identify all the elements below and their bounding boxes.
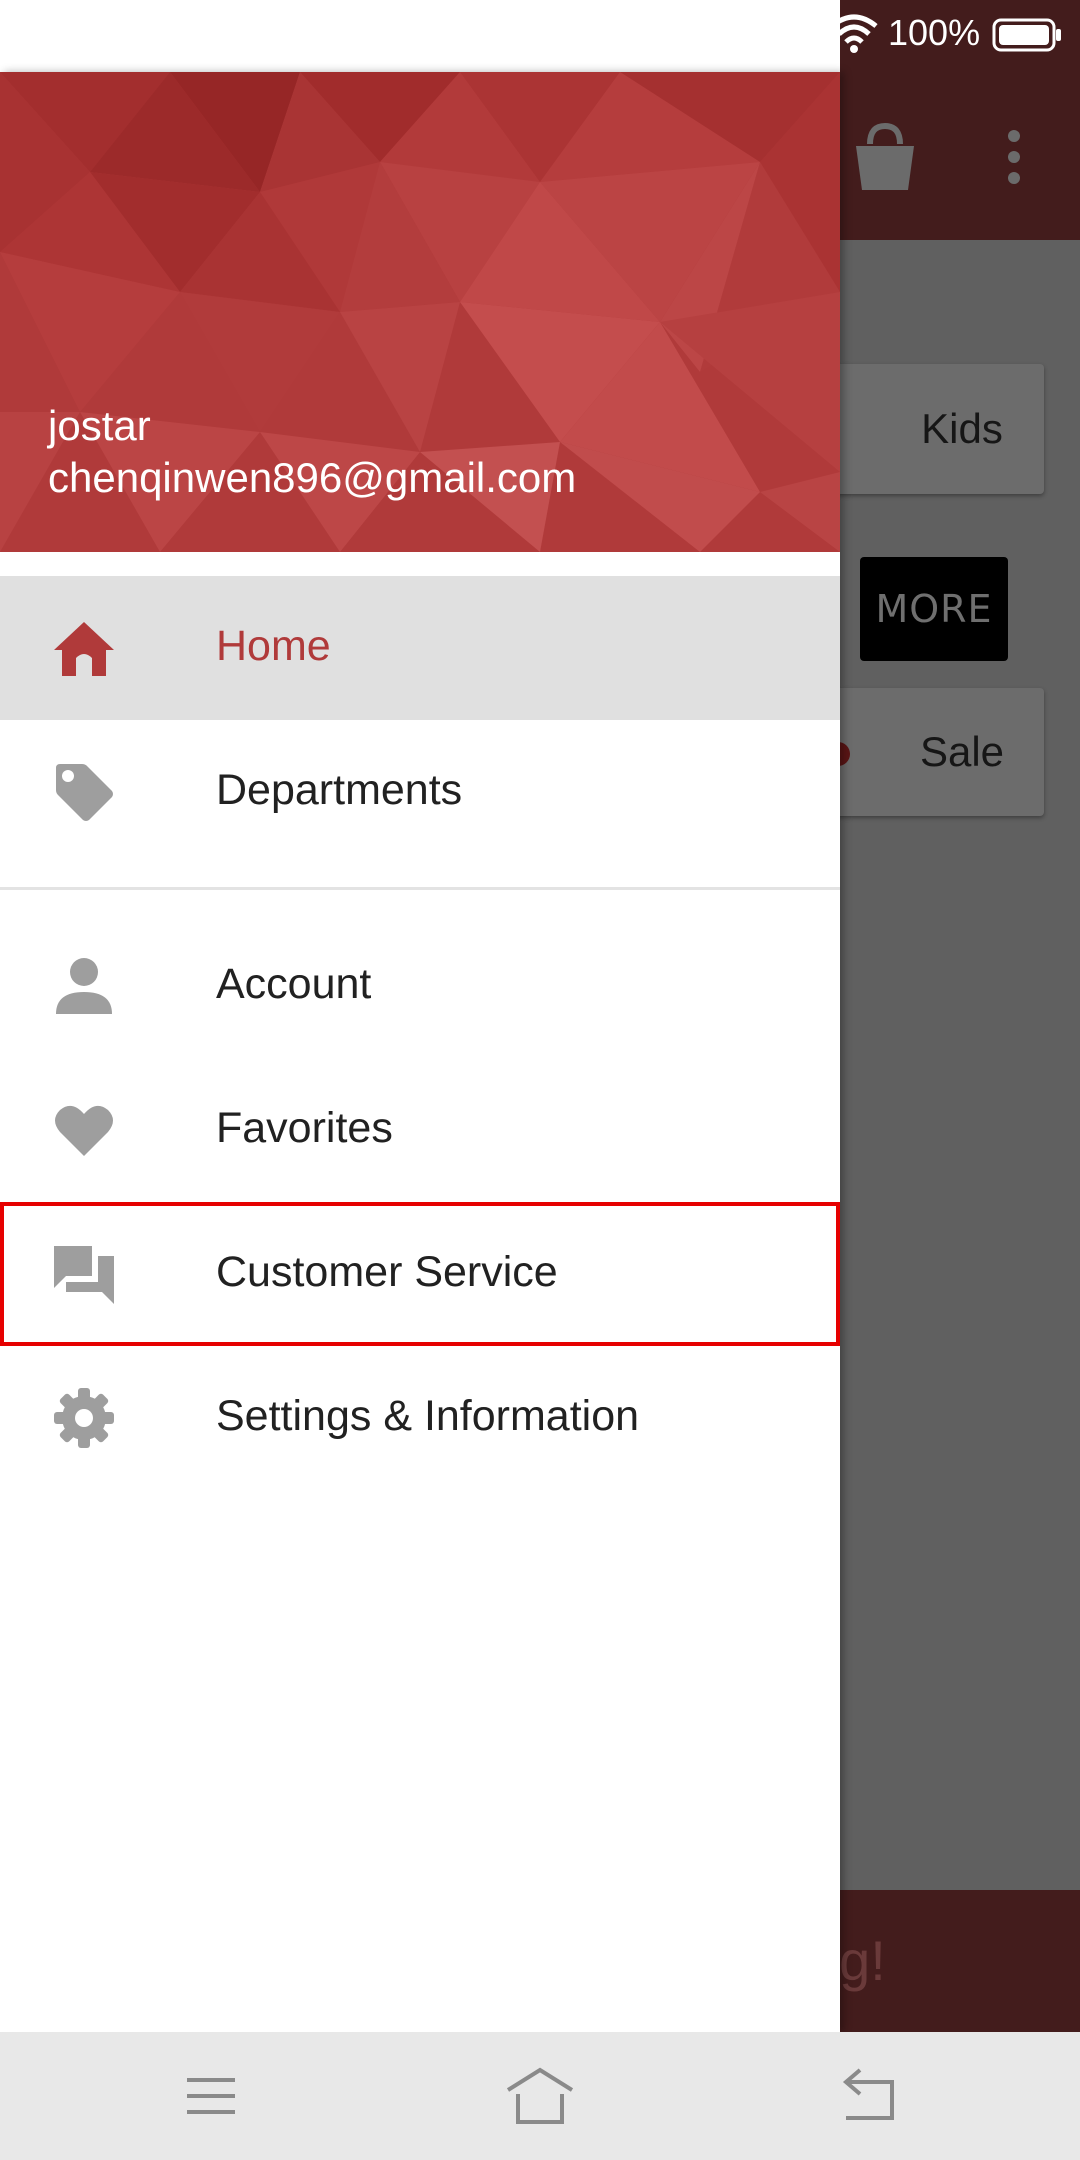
menu-divider xyxy=(0,887,840,890)
person-icon xyxy=(56,958,112,1014)
tag-icon xyxy=(56,764,113,821)
chat-icon xyxy=(54,1246,114,1304)
drawer-item-label: Customer Service xyxy=(216,1248,558,1296)
battery-percentage: 100% xyxy=(888,12,981,53)
battery-icon xyxy=(992,18,1061,52)
heart-icon xyxy=(55,1105,113,1156)
home-icon xyxy=(54,622,114,676)
drawer-item-label: Settings & Information xyxy=(216,1392,640,1440)
back-icon[interactable] xyxy=(832,2060,904,2132)
drawer-item-label: Favorites xyxy=(216,1104,393,1152)
home-icon[interactable] xyxy=(504,2060,576,2132)
gear-icon xyxy=(54,1388,114,1448)
drawer-item-settings[interactable]: Settings & Information xyxy=(0,1346,840,1490)
drawer-item-customer-service[interactable]: Customer Service xyxy=(0,1202,840,1346)
drawer-item-label: Departments xyxy=(216,766,463,814)
user-email: chenqinwen896@gmail.com xyxy=(48,454,577,501)
drawer-item-departments[interactable]: Departments xyxy=(0,720,840,864)
drawer-item-favorites[interactable]: Favorites xyxy=(0,1058,840,1202)
shopping-bag-icon xyxy=(856,122,914,190)
navigation-drawer: jostar chenqinwen896@gmail.com Home Depa… xyxy=(0,72,840,2032)
drawer-item-label: Account xyxy=(216,960,372,1008)
user-name: jostar xyxy=(48,402,151,449)
menu-icon[interactable] xyxy=(175,2060,247,2132)
more-vert-icon xyxy=(1008,130,1020,184)
more-button: MORE xyxy=(860,557,1008,661)
drawer-item-home[interactable]: Home xyxy=(0,576,840,720)
drawer-item-label: Home xyxy=(216,622,331,670)
drawer-item-account[interactable]: Account xyxy=(0,914,840,1058)
wifi-icon xyxy=(830,14,878,53)
status-bar: 100% xyxy=(0,0,1080,72)
drawer-header: jostar chenqinwen896@gmail.com xyxy=(0,72,840,552)
system-nav-bar xyxy=(0,2032,1080,2160)
